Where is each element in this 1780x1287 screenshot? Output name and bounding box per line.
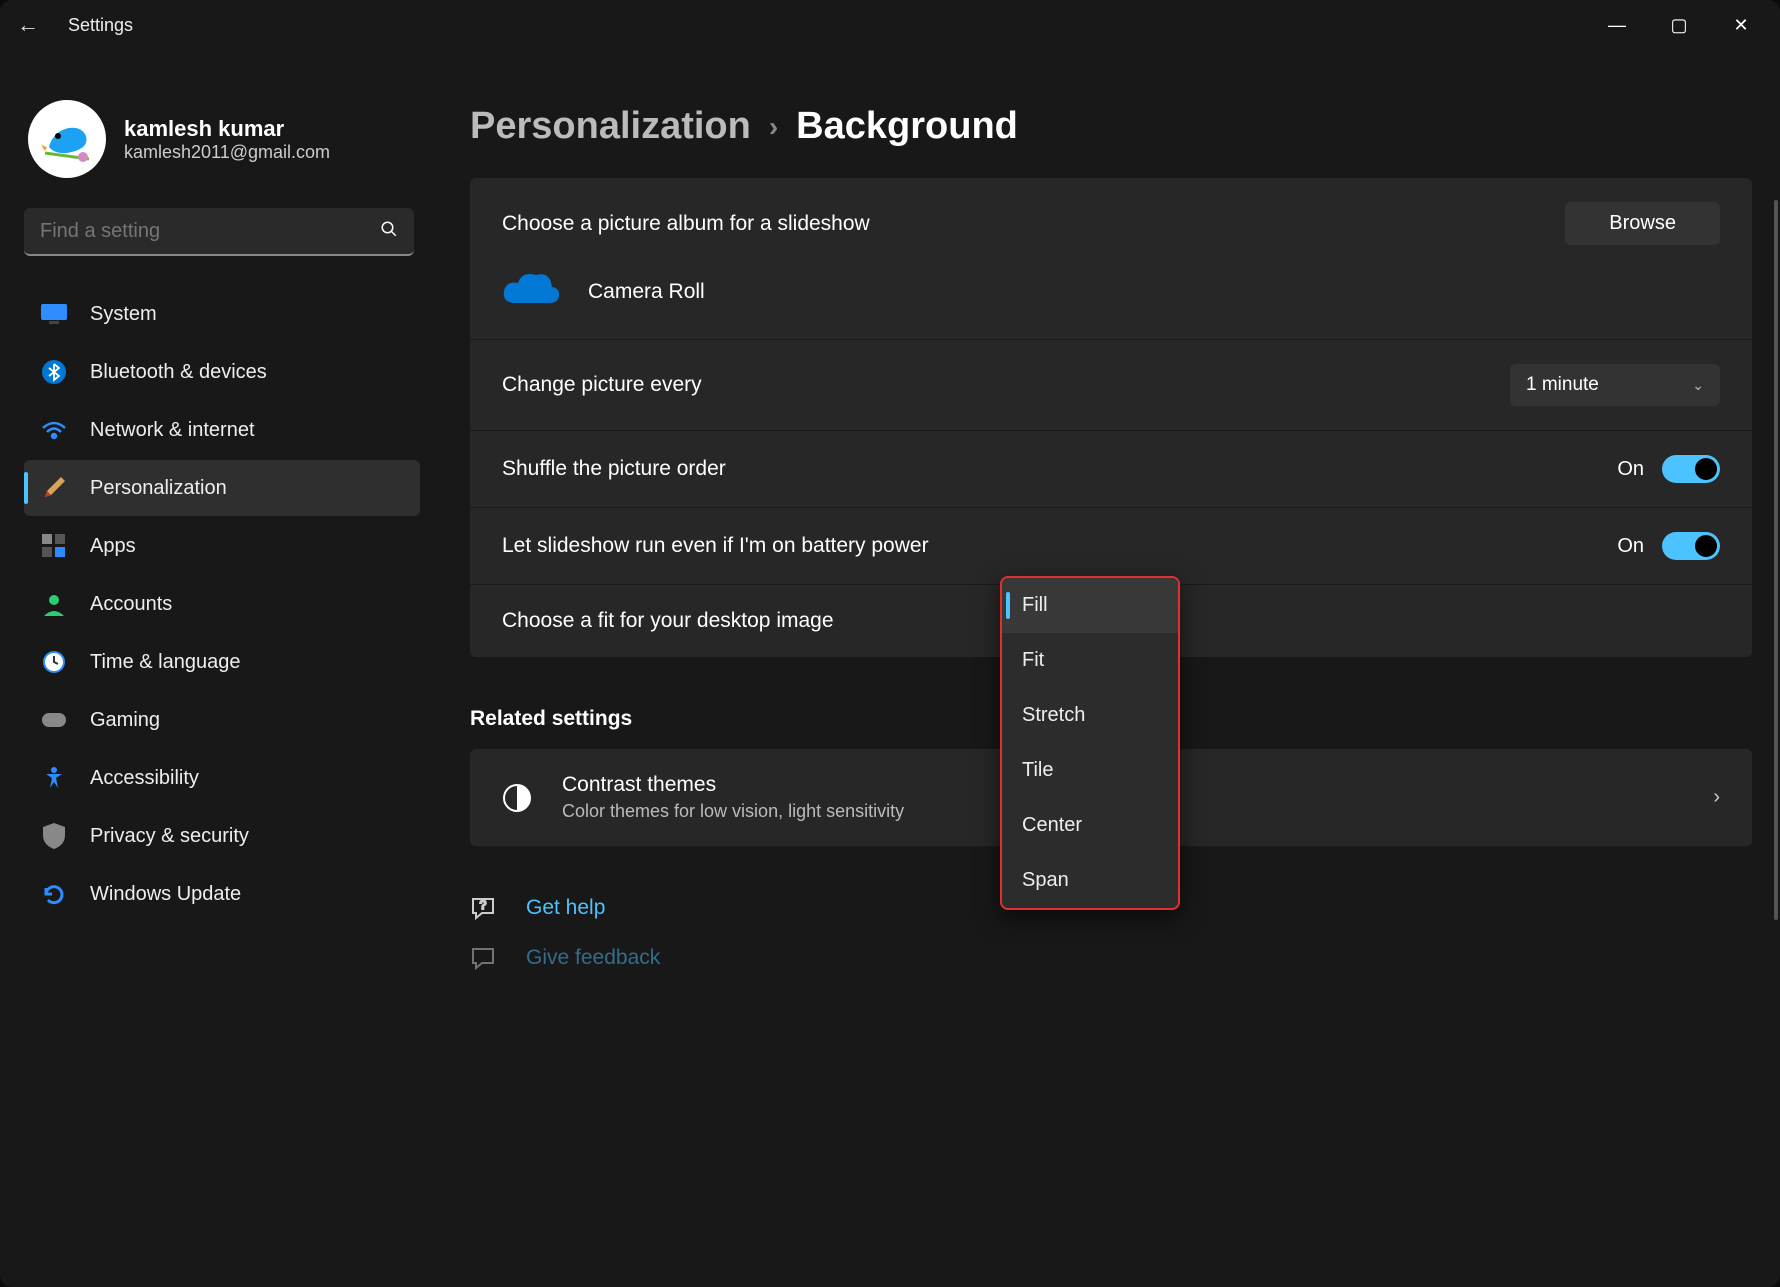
avatar (28, 100, 106, 178)
fit-option-fit[interactable]: Fit (1002, 633, 1178, 688)
back-button[interactable]: ← (8, 12, 48, 38)
help-links: ? Get help Give feedback (470, 895, 1752, 1011)
sidebar-item-label: Network & internet (90, 419, 255, 442)
search-input[interactable] (24, 220, 364, 243)
battery-state: On (1617, 535, 1644, 558)
dropdown-value: 1 minute (1526, 374, 1599, 396)
album-item[interactable]: Camera Roll (502, 269, 1720, 315)
fit-option-stretch[interactable]: Stretch (1002, 688, 1178, 743)
change-every-dropdown[interactable]: 1 minute ⌄ (1510, 364, 1720, 406)
sidebar-item-label: Apps (90, 535, 136, 558)
chevron-right-icon: › (769, 111, 778, 143)
wifi-icon (40, 416, 68, 444)
choose-album-label: Choose a picture album for a slideshow (502, 212, 1565, 236)
sidebar-item-label: Bluetooth & devices (90, 361, 267, 384)
user-name: kamlesh kumar (124, 116, 330, 142)
app-title: Settings (68, 15, 133, 36)
page-title: Background (796, 105, 1018, 148)
shuffle-row: Shuffle the picture order On (470, 431, 1752, 508)
give-feedback-label: Give feedback (526, 946, 660, 970)
sidebar-item-label: Windows Update (90, 883, 241, 906)
sidebar-item-personalization[interactable]: Personalization (24, 460, 420, 516)
breadcrumb: Personalization › Background (470, 105, 1760, 148)
sidebar-item-bluetooth[interactable]: Bluetooth & devices (24, 344, 420, 400)
shuffle-toggle[interactable] (1662, 455, 1720, 483)
choose-album-row: Choose a picture album for a slideshow B… (470, 178, 1752, 340)
fit-option-tile[interactable]: Tile (1002, 743, 1178, 798)
gamepad-icon (40, 706, 68, 734)
search-icon (364, 220, 414, 243)
shield-icon (40, 822, 68, 850)
bluetooth-icon (40, 358, 68, 386)
sidebar-item-accessibility[interactable]: Accessibility (24, 750, 420, 806)
sidebar-item-network[interactable]: Network & internet (24, 402, 420, 458)
accessibility-icon (40, 764, 68, 792)
sidebar-item-label: Accessibility (90, 767, 199, 790)
shuffle-label: Shuffle the picture order (502, 457, 1617, 481)
sidebar-item-time[interactable]: Time & language (24, 634, 420, 690)
chevron-down-icon: ⌄ (1692, 377, 1704, 394)
close-button[interactable]: ✕ (1710, 3, 1772, 47)
person-icon (40, 590, 68, 618)
give-feedback-link[interactable]: Give feedback (470, 945, 1752, 971)
battery-row: Let slideshow run even if I'm on battery… (470, 508, 1752, 585)
fit-option-fill[interactable]: Fill (1002, 578, 1178, 633)
scrollbar[interactable] (1774, 200, 1778, 920)
sidebar-item-label: Gaming (90, 709, 160, 732)
sidebar-item-accounts[interactable]: Accounts (24, 576, 420, 632)
body: kamlesh kumar kamlesh2011@gmail.com Syst… (0, 50, 1780, 1287)
change-every-row: Change picture every 1 minute ⌄ (470, 340, 1752, 431)
battery-label: Let slideshow run even if I'm on battery… (502, 534, 1022, 558)
sidebar-item-label: System (90, 303, 157, 326)
album-name: Camera Roll (588, 280, 705, 304)
sidebar-item-label: Accounts (90, 593, 172, 616)
search-box[interactable] (24, 208, 414, 256)
user-email: kamlesh2011@gmail.com (124, 142, 330, 163)
nav-list: System Bluetooth & devices Network & int… (24, 286, 420, 922)
help-icon: ? (470, 895, 500, 921)
get-help-label: Get help (526, 896, 605, 920)
paintbrush-icon (40, 474, 68, 502)
maximize-button[interactable]: ▢ (1648, 3, 1710, 47)
browse-button[interactable]: Browse (1565, 202, 1720, 245)
titlebar: ← Settings — ▢ ✕ (0, 0, 1780, 50)
fit-dropdown-menu[interactable]: Fill Fit Stretch Tile Center Span (1000, 576, 1180, 910)
sidebar-item-gaming[interactable]: Gaming (24, 692, 420, 748)
battery-toggle[interactable] (1662, 532, 1720, 560)
profile[interactable]: kamlesh kumar kamlesh2011@gmail.com (28, 100, 420, 178)
onedrive-icon (502, 269, 560, 315)
sidebar-item-privacy[interactable]: Privacy & security (24, 808, 420, 864)
display-icon (40, 300, 68, 328)
sidebar-item-apps[interactable]: Apps (24, 518, 420, 574)
svg-text:?: ? (480, 898, 487, 912)
settings-window: ← Settings — ▢ ✕ (0, 0, 1780, 1287)
profile-text: kamlesh kumar kamlesh2011@gmail.com (124, 116, 330, 163)
fit-option-center[interactable]: Center (1002, 798, 1178, 853)
update-icon (40, 880, 68, 908)
minimize-button[interactable]: — (1586, 3, 1648, 47)
sidebar-item-update[interactable]: Windows Update (24, 866, 420, 922)
clock-icon (40, 648, 68, 676)
sidebar-item-system[interactable]: System (24, 286, 420, 342)
shuffle-state: On (1617, 458, 1644, 481)
chevron-right-icon: › (1713, 786, 1720, 809)
sidebar-item-label: Personalization (90, 477, 227, 500)
fit-option-span[interactable]: Span (1002, 853, 1178, 908)
breadcrumb-parent[interactable]: Personalization (470, 105, 751, 148)
apps-icon (40, 532, 68, 560)
sidebar-item-label: Time & language (90, 651, 240, 674)
contrast-icon (502, 783, 562, 813)
change-every-label: Change picture every (502, 373, 1510, 397)
sidebar-item-label: Privacy & security (90, 825, 249, 848)
window-caption-buttons: — ▢ ✕ (1586, 3, 1772, 47)
sidebar: kamlesh kumar kamlesh2011@gmail.com Syst… (0, 50, 430, 1287)
feedback-icon (470, 945, 500, 971)
